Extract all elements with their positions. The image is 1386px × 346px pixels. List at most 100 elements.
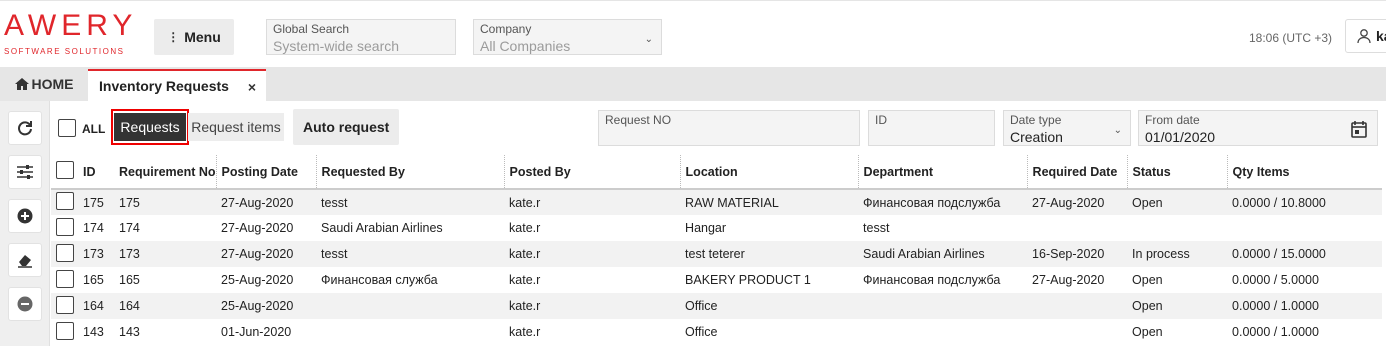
table-row[interactable]: 143 143 01-Jun-2020 kate.r Office Open 0.0000 …: [51, 319, 1383, 345]
column-header-location[interactable]: Location: [679, 155, 859, 190]
cell-qty-items: 0.0000 / 15.0000: [1227, 241, 1383, 267]
cell-id: 143: [78, 319, 114, 345]
cell-id: 165: [78, 267, 114, 293]
clear-button[interactable]: [8, 243, 42, 277]
cell-qty-items: 0.0000 / 5.0000: [1227, 267, 1383, 293]
remove-button[interactable]: [8, 287, 42, 321]
filter-settings-button[interactable]: [8, 155, 42, 189]
cell-posting-date: 27-Aug-2020: [216, 215, 317, 241]
cell-department: [858, 319, 1028, 345]
column-header-qty-items[interactable]: Qty Items: [1226, 155, 1383, 190]
cell-location: test teterer: [680, 241, 859, 267]
column-header-status[interactable]: Status: [1126, 155, 1228, 190]
cell-requested-by: [316, 293, 505, 319]
row-select-cell: [51, 267, 78, 293]
date-type-select[interactable]: Date type Creation ⌄: [1003, 110, 1131, 146]
column-header-requested-by[interactable]: Requested By: [315, 155, 505, 190]
logo[interactable]: AWERY SOFTWARE SOLUTIONS: [4, 11, 137, 57]
id-input[interactable]: ID: [868, 110, 995, 146]
requests-toggle[interactable]: Requests: [111, 109, 189, 145]
table-row[interactable]: 164 164 25-Aug-2020 kate.r Office Open 0.0000 …: [51, 293, 1383, 319]
cell-location: Office: [680, 293, 859, 319]
table-row[interactable]: 174 174 27-Aug-2020 Saudi Arabian Airlines k…: [51, 215, 1383, 241]
row-select-cell: [51, 189, 78, 215]
calendar-icon[interactable]: [1351, 120, 1367, 138]
cell-requested-by: tesst: [316, 241, 505, 267]
row-checkbox[interactable]: [56, 269, 74, 288]
cell-requirement-no: 143: [114, 319, 217, 345]
action-sidebar: [0, 101, 50, 346]
top-bar: AWERY SOFTWARE SOLUTIONS ⋮ Menu Global S…: [0, 0, 1386, 66]
minus-circle-icon: [17, 296, 33, 312]
select-all-label: ALL: [82, 122, 106, 136]
cell-location: BAKERY PRODUCT 1: [680, 267, 859, 293]
table-header-row: ID Requirement No Posting Date Requested…: [51, 155, 1383, 190]
cell-status: [1127, 215, 1228, 241]
column-header-requirement-no[interactable]: Requirement No: [114, 155, 217, 190]
add-button[interactable]: [8, 199, 42, 233]
cell-status: Open: [1127, 319, 1228, 345]
column-header-posting-date[interactable]: Posting Date: [215, 155, 317, 190]
cell-qty-items: 0.0000 / 1.0000: [1227, 319, 1383, 345]
auto-request-button[interactable]: Auto request: [293, 109, 400, 145]
cell-posting-date: 27-Aug-2020: [216, 189, 317, 215]
menu-label: Menu: [184, 29, 221, 45]
tab-home[interactable]: HOME: [0, 67, 88, 101]
cell-posted-by: kate.r: [504, 215, 681, 241]
cell-qty-items: 0.0000 / 10.8000: [1227, 189, 1383, 215]
cell-posted-by: kate.r: [504, 189, 681, 215]
column-header-id[interactable]: ID: [78, 155, 114, 190]
cell-id: 173: [78, 241, 114, 267]
cell-requirement-no: 173: [114, 241, 217, 267]
auto-request-label: Auto request: [303, 119, 390, 135]
request-no-label: Request NO: [605, 113, 672, 127]
table-row[interactable]: 173 173 27-Aug-2020 tesst kate.r test teterer…: [51, 241, 1383, 267]
cell-posted-by: kate.r: [504, 319, 681, 345]
select-all-checkbox[interactable]: [58, 119, 76, 137]
row-checkbox[interactable]: [56, 243, 74, 262]
cell-required-date: 27-Aug-2020: [1027, 267, 1128, 293]
cell-location: Hangar: [680, 215, 859, 241]
cell-requested-by: Финансовая служба: [316, 267, 505, 293]
cell-qty-items: 0.0000 / 1.0000: [1227, 293, 1383, 319]
request-items-toggle[interactable]: Request items: [188, 113, 284, 141]
cell-requested-by: tesst: [316, 189, 505, 215]
cell-status: Open: [1127, 189, 1228, 215]
table-row[interactable]: 175 175 27-Aug-2020 tesst kate.r RAW MATERIAL…: [51, 189, 1383, 215]
tab-inventory-requests[interactable]: Inventory Requests ×: [88, 69, 266, 101]
eraser-icon: [18, 255, 32, 268]
company-select[interactable]: Company All Companies ⌄: [473, 19, 662, 55]
cell-department: Saudi Arabian Airlines: [858, 241, 1028, 267]
row-checkbox[interactable]: [56, 321, 74, 340]
row-checkbox[interactable]: [56, 295, 74, 314]
menu-button[interactable]: ⋮ Menu: [154, 19, 234, 55]
column-header-posted-by[interactable]: Posted By: [503, 155, 681, 190]
column-header-required-date[interactable]: Required Date: [1026, 155, 1128, 190]
column-header-department[interactable]: Department: [857, 155, 1028, 190]
row-checkbox[interactable]: [56, 192, 74, 210]
header-checkbox[interactable]: [56, 161, 74, 179]
tab-home-label: HOME: [31, 76, 74, 92]
cell-id: 164: [78, 293, 114, 319]
cell-required-date: [1027, 293, 1128, 319]
toolbar: ALL Requests Request items Auto request …: [51, 101, 1386, 155]
refresh-button[interactable]: [8, 111, 42, 145]
logo-tagline: SOFTWARE SOLUTIONS: [4, 47, 125, 56]
cell-posted-by: kate.r: [504, 267, 681, 293]
user-initials: ka: [1376, 28, 1386, 44]
cell-posting-date: 01-Jun-2020: [216, 319, 317, 345]
row-select-cell: [51, 319, 78, 345]
table-row[interactable]: 165 165 25-Aug-2020 Финансовая служба kate.r…: [51, 267, 1383, 293]
sliders-icon: [17, 165, 33, 179]
row-checkbox[interactable]: [56, 217, 74, 236]
date-type-value: Creation: [1010, 129, 1063, 145]
company-label: Company: [480, 22, 532, 36]
from-date-input[interactable]: From date 01/01/2020: [1138, 110, 1378, 146]
global-search-input[interactable]: Global Search System-wide search: [266, 19, 456, 55]
user-menu-button[interactable]: ka: [1345, 19, 1386, 53]
chevron-down-icon: ⌄: [1113, 125, 1122, 136]
id-label: ID: [875, 113, 887, 127]
cell-requirement-no: 174: [114, 215, 217, 241]
request-no-input[interactable]: Request NO: [598, 110, 860, 146]
close-icon[interactable]: ×: [248, 79, 256, 95]
